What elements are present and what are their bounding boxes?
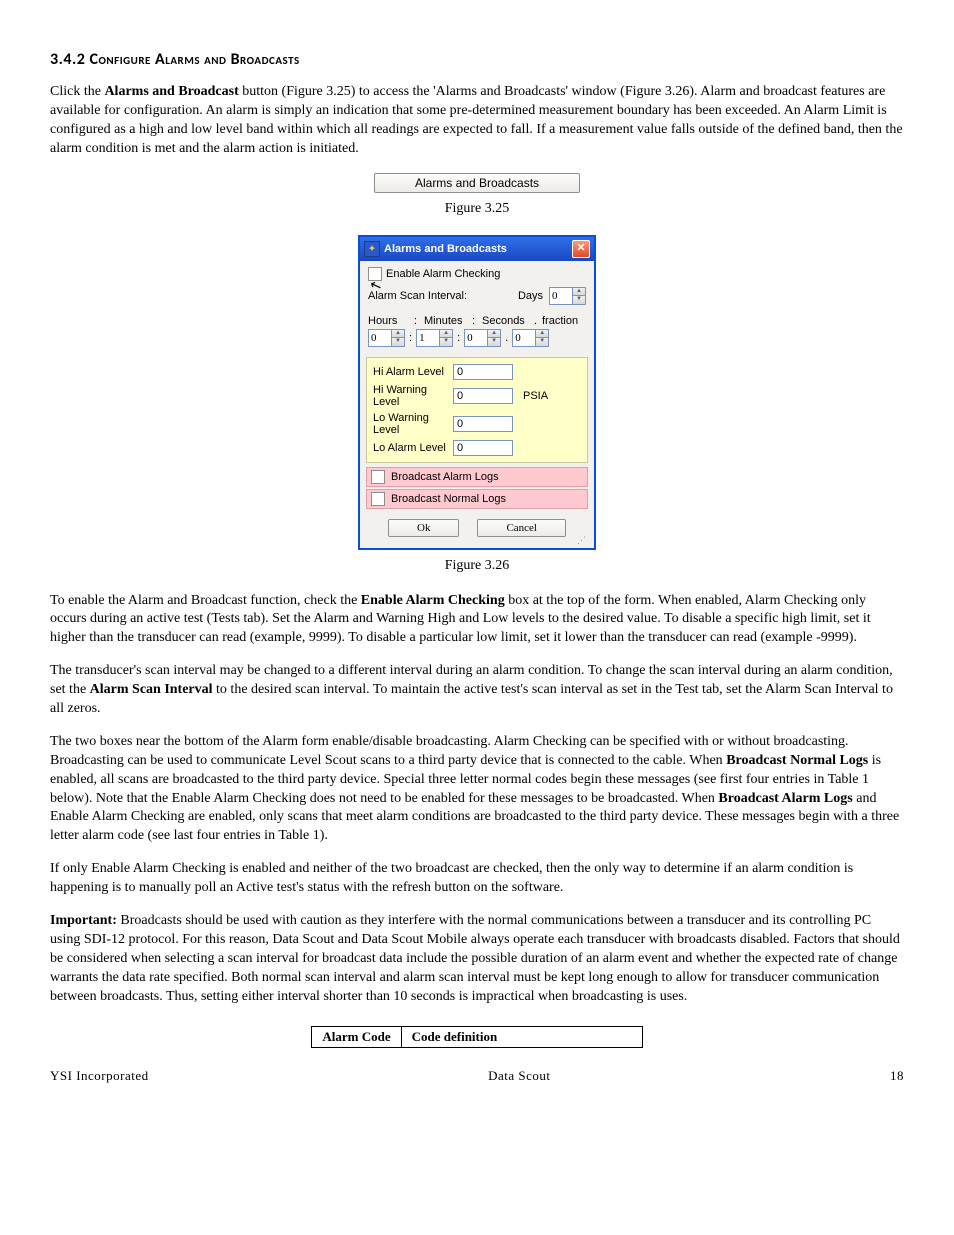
hi-alarm-label: Hi Alarm Level [373,366,453,378]
broadcast-alarm-checkbox[interactable] [371,470,385,484]
scan-interval-label: Alarm Scan Interval: [368,290,518,302]
table-header-definition: Code definition [401,1027,642,1048]
unit-label: PSIA [513,390,581,402]
dialog-titlebar: ✦ Alarms and Broadcasts ✕ [360,237,594,261]
minutes-spinner[interactable]: ▲▼ [416,329,453,347]
days-input[interactable] [550,288,572,304]
lo-alarm-input[interactable] [453,440,513,456]
hours-spinner[interactable]: ▲▼ [368,329,405,347]
important-paragraph: Important: Broadcasts should be used wit… [50,912,904,1006]
seconds-spinner[interactable]: ▲▼ [464,329,501,347]
spin-up-icon[interactable]: ▲ [573,288,585,297]
broadcast-normal-row: Broadcast Normal Logs [366,489,588,509]
intro-paragraph: Click the Alarms and Broadcast button (F… [50,83,904,159]
app-icon: ✦ [364,241,380,257]
footer-page: 18 [890,1068,904,1084]
lo-warning-label: Lo Warning Level [373,412,453,436]
broadcast-normal-checkbox[interactable] [371,492,385,506]
cancel-button[interactable]: Cancel [477,519,566,537]
lo-alarm-label: Lo Alarm Level [373,442,453,454]
hi-warning-input[interactable] [453,388,513,404]
spin-down-icon[interactable]: ▼ [573,296,585,304]
enable-paragraph: To enable the Alarm and Broadcast functi… [50,592,904,649]
section-heading: 3.4.2 Configure Alarms and Broadcasts [50,50,904,69]
alarms-broadcasts-button[interactable]: Alarms and Broadcasts [374,173,580,193]
enable-alarm-label: Enable Alarm Checking [386,268,500,280]
footer-company: YSI Incorporated [50,1068,149,1084]
hi-warning-label: Hi Warning Level [373,384,453,408]
broadcast-alarm-label: Broadcast Alarm Logs [391,471,499,483]
footer-title: Data Scout [488,1068,550,1084]
table-header-code: Alarm Code [312,1027,401,1048]
alarms-broadcasts-dialog: ✦ Alarms and Broadcasts ✕ Enable Alarm C… [358,235,596,550]
ok-button[interactable]: Ok [388,519,459,537]
polling-paragraph: If only Enable Alarm Checking is enabled… [50,860,904,898]
broadcast-alarm-row: Broadcast Alarm Logs [366,467,588,487]
dialog-title: Alarms and Broadcasts [384,243,572,255]
days-spinner[interactable]: ▲▼ [549,287,586,305]
figure-325-caption: Figure 3.25 [50,201,904,217]
fraction-spinner[interactable]: ▲▼ [512,329,549,347]
close-icon[interactable]: ✕ [572,240,590,258]
lo-warning-input[interactable] [453,416,513,432]
alarm-levels-panel: Hi Alarm Level Hi Warning Level PSIA Lo … [366,357,588,463]
days-label: Days [518,290,543,302]
hi-alarm-input[interactable] [453,364,513,380]
alarm-code-table: Alarm Code Code definition [311,1026,642,1048]
figure-326-caption: Figure 3.26 [50,558,904,574]
broadcast-paragraph: The two boxes near the bottom of the Ala… [50,733,904,846]
scan-interval-paragraph: The transducer's scan interval may be ch… [50,662,904,719]
broadcast-normal-label: Broadcast Normal Logs [391,493,506,505]
page-footer: YSI Incorporated Data Scout 18 [50,1068,904,1084]
